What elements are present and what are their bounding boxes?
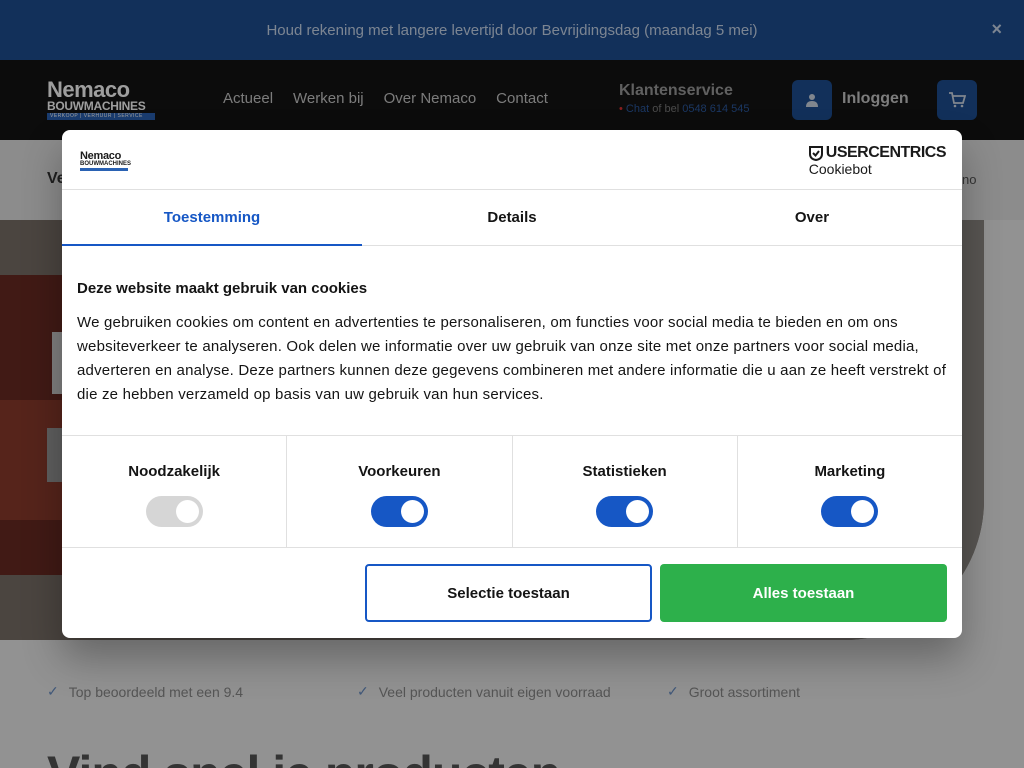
toggle-preferences[interactable] xyxy=(370,496,428,527)
usercentrics-name: USERCENTRICS xyxy=(825,144,947,161)
dialog-actions: Selectie toestaan Alles toestaan xyxy=(62,548,962,638)
toggle-necessary xyxy=(145,496,203,527)
toggle-label: Voorkeuren xyxy=(358,463,441,480)
dialog-tabs: Toestemming Details Over xyxy=(62,190,962,246)
toggle-knob xyxy=(626,500,650,523)
toggle-label: Noodzakelijk xyxy=(128,463,220,480)
toggle-knob xyxy=(851,500,875,523)
toggle-preferences-group: Voorkeuren xyxy=(287,436,513,547)
tab-over[interactable]: Over xyxy=(662,190,962,245)
consent-description: We gebruiken cookies om content en adver… xyxy=(77,314,947,403)
consent-body: Deze website maakt gebruik van cookies W… xyxy=(62,246,962,435)
consent-title: Deze website maakt gebruik van cookies xyxy=(77,280,368,297)
tab-details[interactable]: Details xyxy=(362,190,662,245)
toggle-statistics[interactable] xyxy=(596,496,654,527)
toggle-necessary-group: Noodzakelijk xyxy=(62,436,288,547)
allow-all-button[interactable]: Alles toestaan xyxy=(660,564,947,622)
tab-toestemming[interactable]: Toestemming xyxy=(62,190,362,246)
dialog-logo-sub: BOUWMACHINES xyxy=(80,161,131,167)
consent-toggles: Noodzakelijk Voorkeuren Statistieken Mar… xyxy=(62,435,962,548)
dialog-site-logo: Nemaco BOUWMACHINES xyxy=(80,150,131,171)
dialog-header: Nemaco BOUWMACHINES USERCENTRICS Cookieb… xyxy=(62,130,962,190)
toggle-statistics-group: Statistieken xyxy=(513,436,738,547)
toggle-label: Statistieken xyxy=(582,463,667,480)
cookie-consent-dialog: Nemaco BOUWMACHINES USERCENTRICS Cookieb… xyxy=(62,130,962,638)
shield-icon xyxy=(808,145,823,161)
toggle-knob xyxy=(400,500,424,523)
dialog-logo-bar xyxy=(80,168,128,171)
toggle-knob xyxy=(175,500,199,523)
usercentrics-logo[interactable]: USERCENTRICS Cookiebot xyxy=(808,144,947,177)
toggle-marketing-group: Marketing xyxy=(738,436,962,547)
toggle-label: Marketing xyxy=(814,463,886,480)
dialog-logo-main: Nemaco xyxy=(80,150,121,162)
toggle-marketing[interactable] xyxy=(821,496,879,527)
cookiebot-label: Cookiebot xyxy=(808,161,872,177)
allow-selection-button[interactable]: Selectie toestaan xyxy=(365,564,652,622)
